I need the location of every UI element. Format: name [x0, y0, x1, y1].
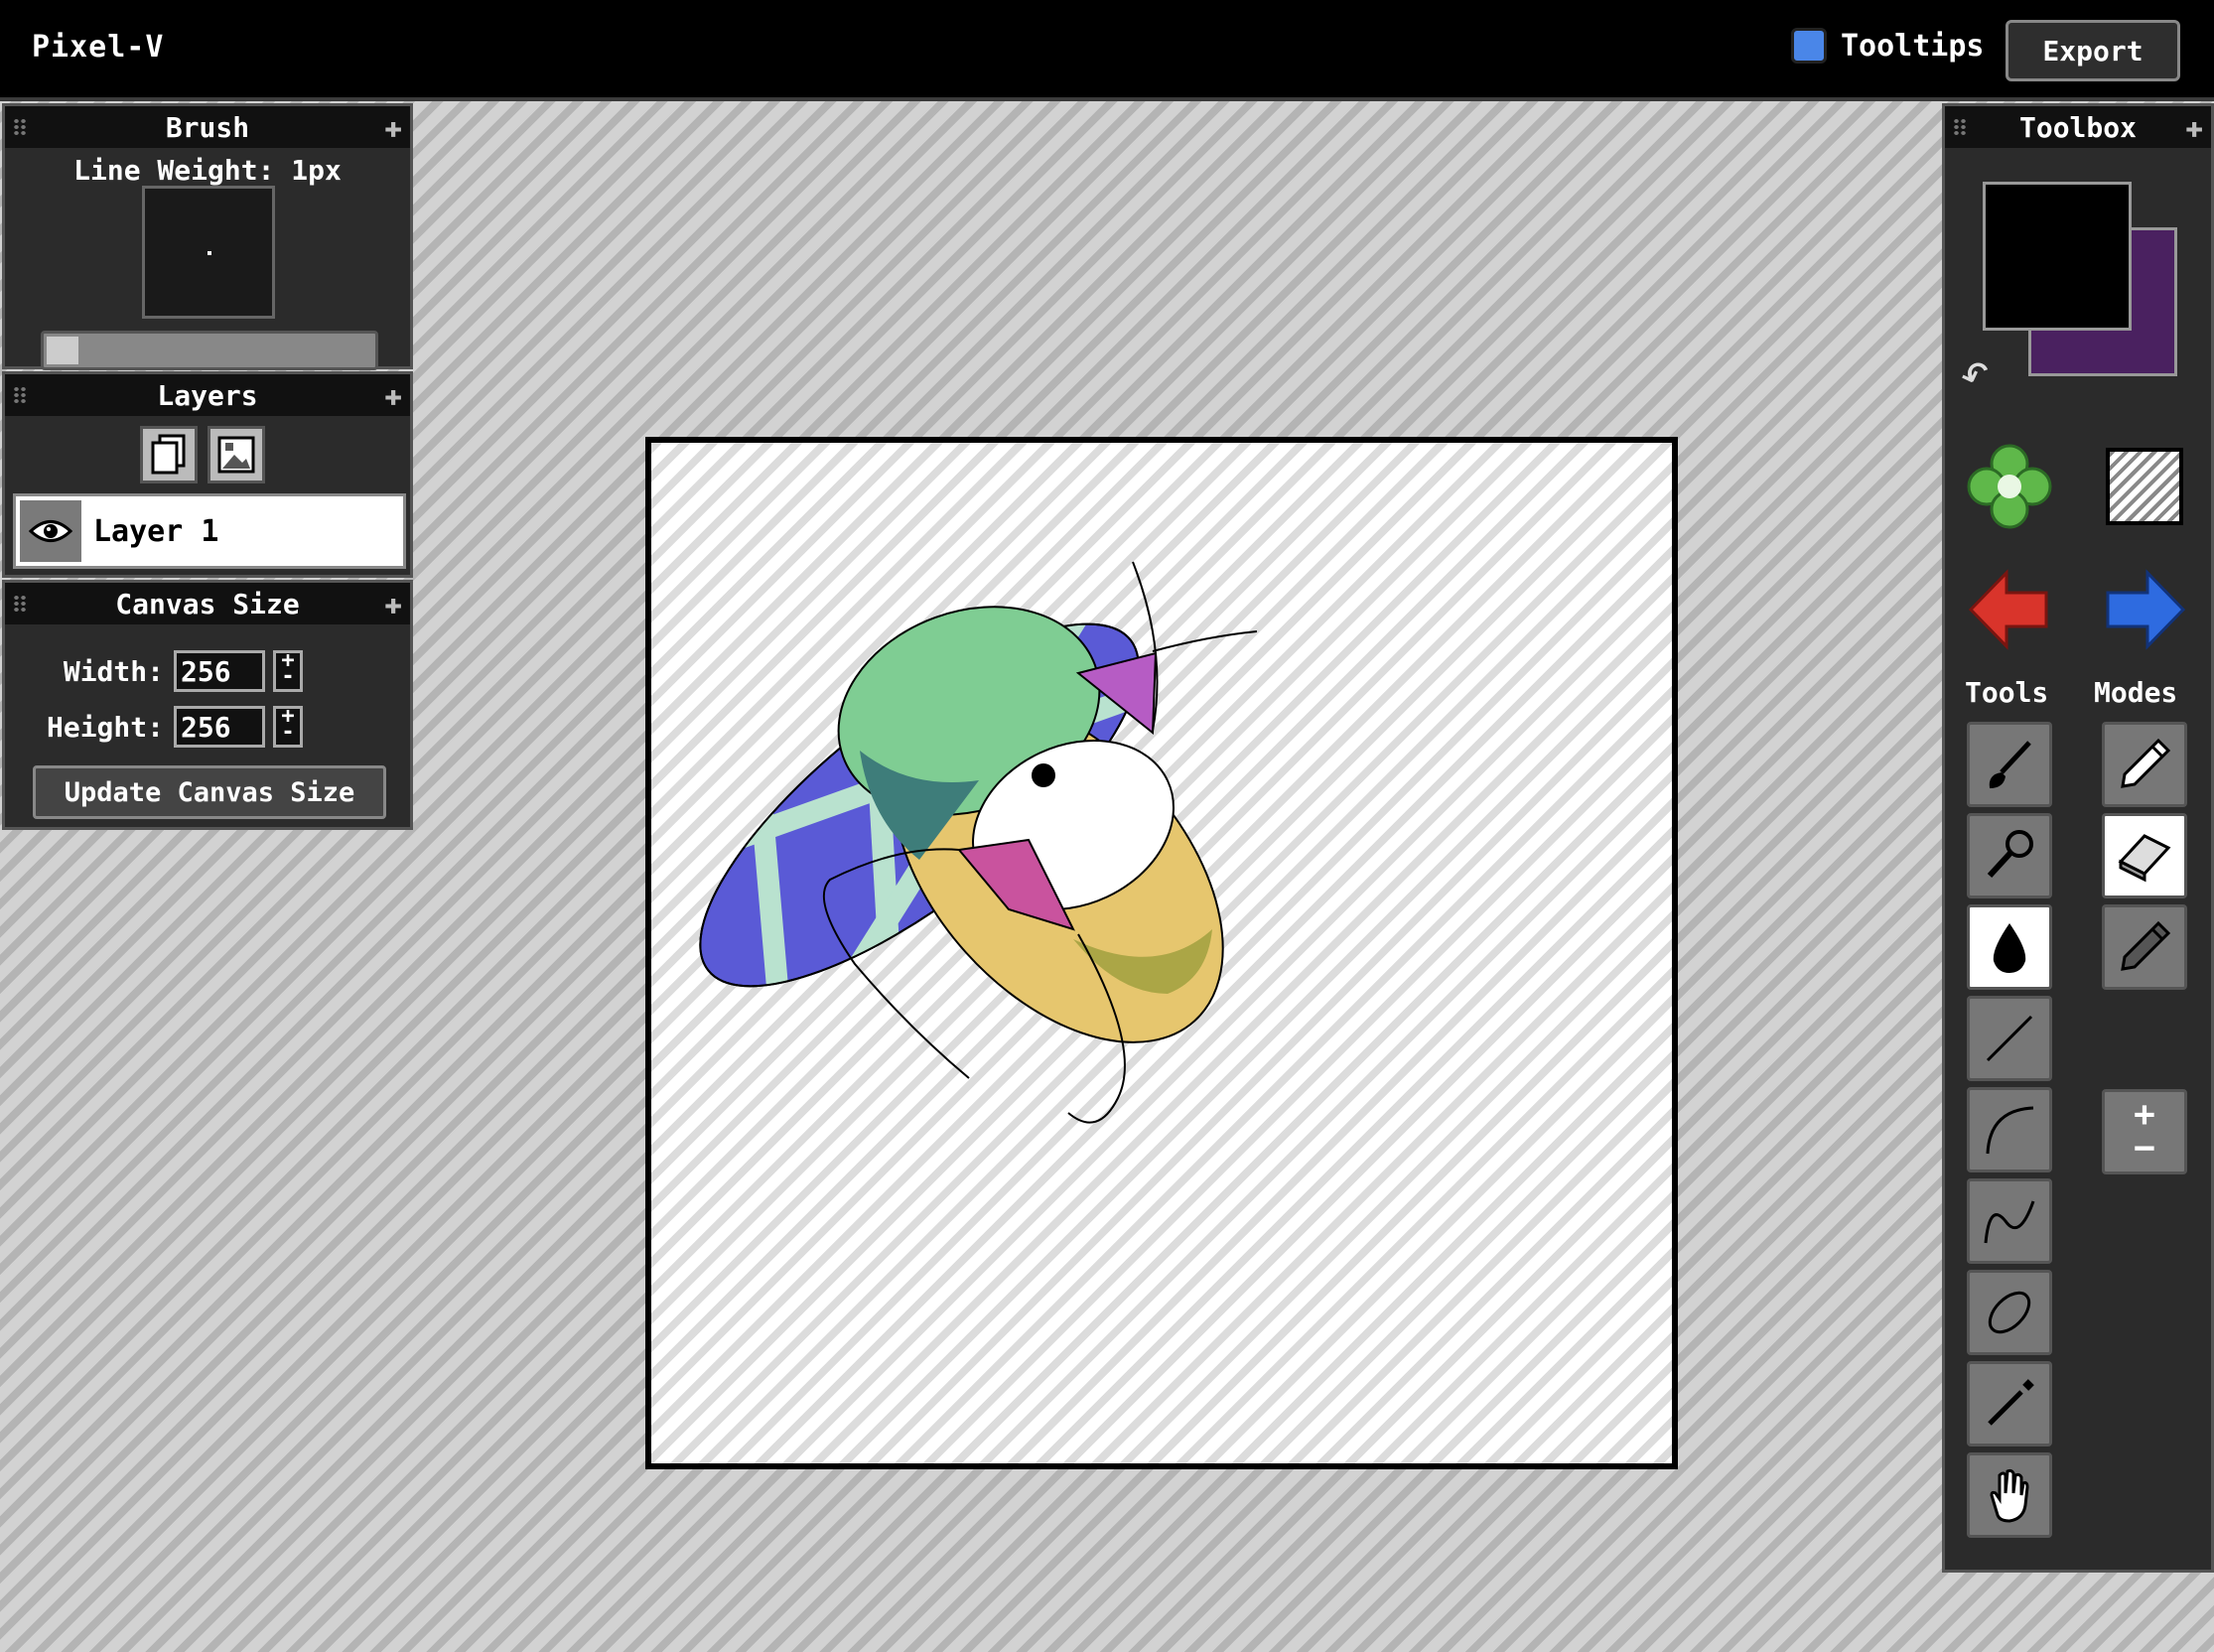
add-image-layer-button[interactable] — [208, 426, 265, 483]
width-input[interactable]: 256 — [174, 650, 265, 692]
layers-panel-header[interactable]: Layers ✚ — [5, 374, 410, 416]
clover-palette-icon — [1967, 444, 2052, 529]
drag-handle-icon[interactable] — [13, 386, 27, 404]
layer-visibility-toggle[interactable] — [20, 500, 81, 562]
drag-handle-icon[interactable] — [13, 118, 27, 136]
toolbox-panel-header[interactable]: Toolbox ✚ — [1945, 106, 2211, 148]
transparent-swatch-icon — [2106, 448, 2183, 525]
panel-toggle-icon[interactable]: ✚ — [384, 378, 402, 413]
hand-tool-button[interactable] — [1967, 1452, 2052, 1538]
artwork — [651, 561, 1258, 1124]
canvas-size-panel-header[interactable]: Canvas Size ✚ — [5, 583, 410, 624]
panel-toggle-icon[interactable]: ✚ — [2185, 110, 2203, 145]
top-bar: Pixel-V Tooltips Export — [0, 0, 2214, 101]
pencil-icon — [2121, 738, 2171, 788]
layer-name: Layer 1 — [93, 513, 219, 549]
eyedropper-icon — [1988, 1379, 2034, 1426]
canvas-size-panel-title: Canvas Size — [115, 587, 300, 620]
fill-icon — [1993, 923, 2026, 973]
pencil-alt-mode-button[interactable] — [2102, 904, 2187, 990]
duplicate-layer-button[interactable] — [140, 426, 198, 483]
panel-toggle-icon[interactable]: ✚ — [384, 587, 402, 621]
eyedropper-tool-button[interactable] — [1967, 1361, 2052, 1446]
image-icon — [217, 436, 255, 474]
transparency-button[interactable] — [2100, 442, 2189, 531]
freehand-curve-icon — [1984, 1200, 2035, 1244]
pen-tool-button[interactable] — [1967, 813, 2052, 898]
width-stepper[interactable]: + - — [273, 650, 303, 692]
zoom-in-icon[interactable]: + — [2134, 1097, 2155, 1133]
brush-panel-title: Brush — [165, 110, 250, 144]
eraser-icon — [2118, 834, 2171, 883]
layers-panel-title: Layers — [157, 378, 258, 412]
layers-panel: Layers ✚ Layer 1 — [2, 371, 413, 578]
width-label: Width: — [63, 654, 164, 688]
undo-arrow-icon — [1968, 569, 2048, 650]
dot — [1032, 763, 1055, 787]
height-stepper[interactable]: + - — [273, 706, 303, 748]
tooltips-label: Tooltips — [1841, 28, 1985, 64]
line-icon — [1986, 1015, 2033, 1062]
hand-icon — [1990, 1468, 2029, 1523]
undo-button[interactable] — [1965, 565, 2054, 654]
eye-icon — [28, 520, 73, 542]
line-weight-slider[interactable] — [41, 331, 378, 370]
modes-label: Modes — [2094, 676, 2178, 709]
height-label: Height: — [46, 710, 164, 744]
brush-preview — [142, 186, 275, 319]
drag-handle-icon[interactable] — [1953, 118, 1967, 136]
line-weight-label: Line Weight: 1px — [73, 154, 342, 187]
zoom-button[interactable]: + − — [2102, 1089, 2187, 1174]
layer-item[interactable]: Layer 1 — [13, 493, 406, 569]
line-tool-button[interactable] — [1967, 996, 2052, 1081]
drag-handle-icon[interactable] — [13, 595, 27, 613]
brush-panel: Brush ✚ Line Weight: 1px — [2, 103, 413, 370]
zoom-out-icon[interactable]: − — [2134, 1131, 2155, 1167]
freehand-tool-button[interactable] — [1967, 1178, 2052, 1264]
slider-handle[interactable] — [47, 337, 78, 364]
swap-colors-icon[interactable]: ↶ — [1950, 339, 2000, 405]
canvas-size-panel: Canvas Size ✚ Width: 256 + - Height: 256 … — [2, 580, 413, 830]
curve-icon — [1986, 1106, 2034, 1155]
palette-button[interactable] — [1965, 442, 2054, 531]
eraser-mode-button[interactable] — [2102, 813, 2187, 898]
tools-label: Tools — [1965, 676, 2049, 709]
tooltips-toggle[interactable]: Tooltips — [1791, 28, 1985, 64]
height-input[interactable]: 256 — [174, 706, 265, 748]
pencil-alt-icon — [2121, 920, 2171, 971]
primary-color-swatch[interactable] — [1983, 182, 2132, 331]
update-canvas-size-button[interactable]: Update Canvas Size — [33, 765, 386, 819]
toolbox-panel: Toolbox ✚ ↶ Tools Modes + − — [1942, 103, 2214, 1573]
curve-tool-button[interactable] — [1967, 1087, 2052, 1172]
drawing-canvas[interactable] — [645, 437, 1678, 1469]
brush-panel-header[interactable]: Brush ✚ — [5, 106, 410, 148]
fill-tool-button[interactable] — [1967, 904, 2052, 990]
ellipse-tool-button[interactable] — [1967, 1270, 2052, 1355]
copy-icon — [151, 434, 186, 475]
redo-arrow-icon — [2106, 569, 2186, 650]
toolbox-panel-title: Toolbox — [2018, 110, 2137, 144]
brush-icon — [1989, 741, 2031, 788]
tooltips-checkbox[interactable] — [1791, 28, 1827, 64]
brush-tool-button[interactable] — [1967, 722, 2052, 807]
ellipse-icon — [1988, 1291, 2031, 1334]
panel-toggle-icon[interactable]: ✚ — [384, 110, 402, 145]
redo-button[interactable] — [2100, 565, 2189, 654]
export-button[interactable]: Export — [2006, 20, 2180, 81]
app-title: Pixel-V — [32, 30, 165, 65]
brush-pen-icon — [1987, 830, 2033, 879]
pencil-mode-button[interactable] — [2102, 722, 2187, 807]
